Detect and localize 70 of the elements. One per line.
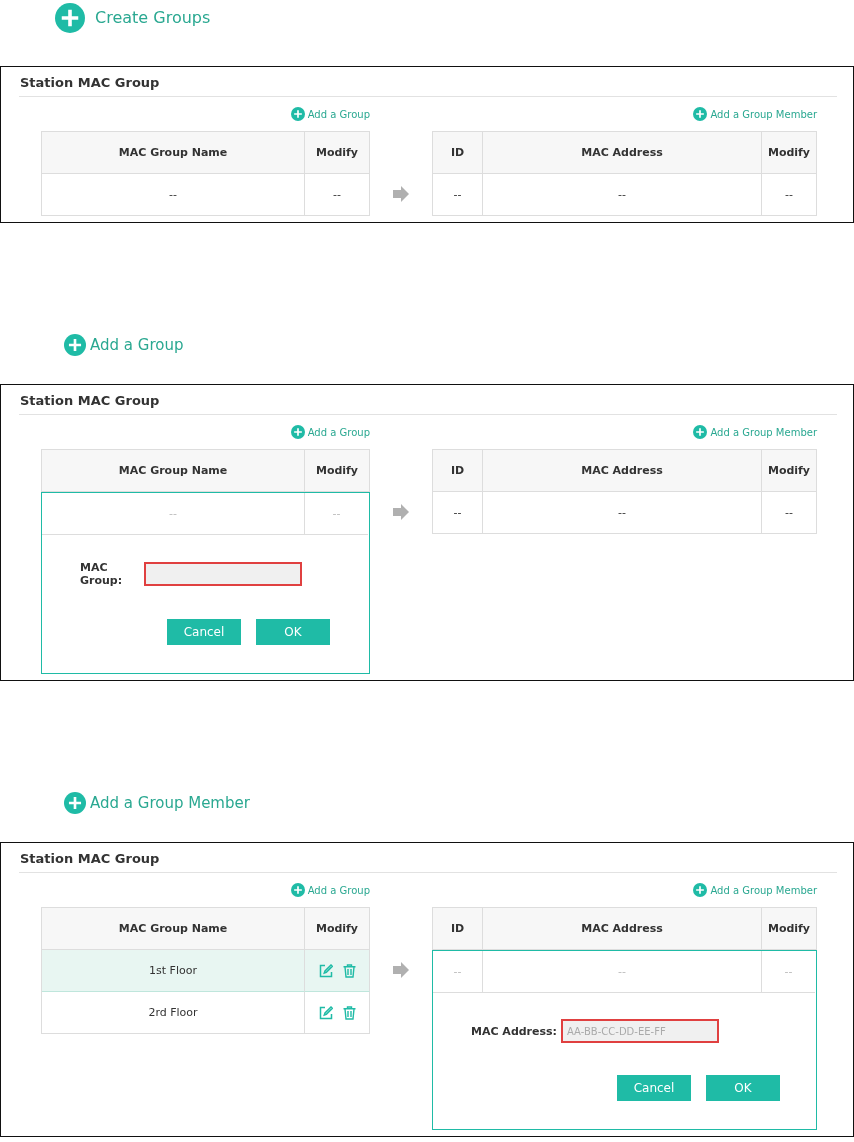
field-label: MAC Group: [80,561,124,587]
heading-link[interactable]: Add a Group Member [64,792,250,814]
table-cell: -- [42,174,305,216]
edit-icon[interactable] [318,1005,333,1020]
edit-icon[interactable] [318,963,333,978]
form-button[interactable]: Cancel [617,1075,691,1101]
column-header: Modify [762,450,817,492]
column-header: MAC Group Name [42,450,305,492]
panel-title: Station MAC Group [19,385,837,415]
panel-title: Station MAC Group [19,843,837,873]
column-header: ID [433,132,483,174]
add-link[interactable]: Add a Group Member [693,107,817,121]
heading-link[interactable]: Add a Group [64,334,184,356]
add-icon [693,883,708,897]
table-cell: -- [483,174,762,216]
table-cell: -- [433,951,483,993]
table-row[interactable]: 2rd Floor [42,992,370,1034]
text-field[interactable] [144,562,302,586]
form-button[interactable]: OK [256,619,330,645]
table-cell: -- [483,951,762,993]
table-cell: -- [433,174,483,216]
add-icon [290,883,305,897]
table-row[interactable]: -- -- -- [433,951,816,993]
table-cell: -- [762,492,817,534]
form-button[interactable]: Cancel [167,619,241,645]
form-button[interactable]: OK [706,1075,780,1101]
add-icon [290,107,305,121]
add-link[interactable]: Add a Group [290,883,370,897]
add-icon [55,3,85,33]
table-cell: 1st Floor [42,950,305,992]
add-link[interactable]: Add a Group Member [693,425,817,439]
add-link[interactable]: Add a Group [290,107,370,121]
table-cell: -- [483,492,762,534]
arrow-icon [393,186,409,202]
add-icon [693,425,708,439]
heading-link[interactable]: Create Groups [55,3,211,33]
table-cell: -- [305,174,370,216]
add-link[interactable]: Add a Group [290,425,370,439]
column-header: ID [433,908,483,950]
table-cell: -- [433,492,483,534]
add-link[interactable]: Add a Group Member [693,883,817,897]
table-row[interactable]: -- -- [42,174,370,216]
table-cell: 2rd Floor [42,992,305,1034]
panel-title: Station MAC Group [19,67,837,97]
add-icon [64,334,86,356]
column-header: Modify [305,132,370,174]
add-icon [693,107,708,121]
column-header: Modify [305,450,370,492]
column-header: Modify [762,132,817,174]
text-field[interactable]: AA-BB-CC-DD-EE-FF [561,1019,719,1043]
trash-icon[interactable] [342,1005,356,1020]
add-icon [290,425,305,439]
table-row[interactable]: -- -- -- [433,174,817,216]
table-cell: -- [762,951,815,993]
trash-icon[interactable] [342,963,356,978]
table-row[interactable]: 1st Floor [42,950,370,992]
add-icon [64,792,86,814]
table-cell: -- [305,493,368,535]
table-cell: -- [762,174,817,216]
arrow-icon [393,504,409,520]
table-row[interactable]: -- -- [42,493,369,535]
table-row[interactable]: -- -- -- [433,492,817,534]
column-header: Modify [762,908,817,950]
arrow-icon [393,962,409,978]
column-header: MAC Group Name [42,132,305,174]
column-header: MAC Address [483,908,762,950]
column-header: MAC Address [483,450,762,492]
table-cell: -- [42,493,305,535]
column-header: ID [433,450,483,492]
column-header: MAC Address [483,132,762,174]
